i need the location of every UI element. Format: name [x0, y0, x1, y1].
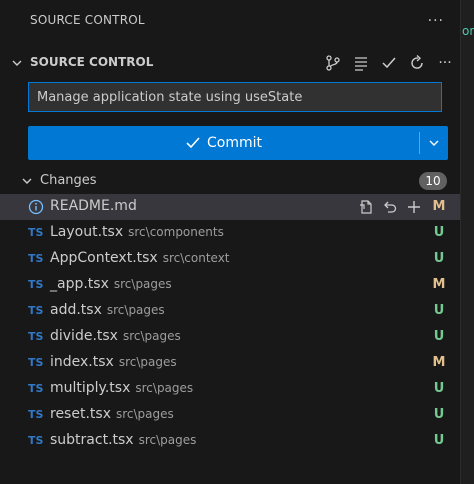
status-badge: U — [433, 329, 445, 344]
commit-message-input[interactable] — [28, 82, 442, 112]
file-path: src\pages — [122, 329, 181, 343]
typescript-icon: TS — [28, 226, 44, 239]
list-item[interactable]: README.md M — [0, 194, 460, 220]
file-name: multiply.tsx src\pages — [50, 380, 194, 396]
list-item[interactable]: TS divide.tsx src\pages U — [0, 324, 460, 350]
row-actions — [356, 197, 424, 217]
file-path: src\pages — [115, 407, 174, 421]
file-name: _app.tsx src\pages — [50, 276, 172, 292]
changes-count-badge: 10 — [419, 172, 447, 190]
file-name: divide.tsx src\pages — [50, 328, 181, 344]
file-name: AppContext.tsx src\context — [50, 250, 230, 266]
stage-changes-icon[interactable] — [404, 197, 424, 217]
commit-button[interactable]: Commit — [28, 126, 448, 160]
file-path: src\context — [162, 251, 230, 265]
section-toolbar: ··· — [322, 52, 456, 74]
commit-main-action[interactable]: Commit — [28, 126, 419, 160]
source-control-panel: SOURCE CONTROL ··· SOURCE CONTROL ··· Ma… — [0, 0, 460, 484]
typescript-icon: TS — [28, 330, 44, 343]
info-icon — [28, 199, 44, 215]
typescript-icon: TS — [28, 304, 44, 317]
chevron-down-icon[interactable] — [20, 174, 34, 188]
panel-title: SOURCE CONTROL — [30, 13, 145, 27]
changes-label: Changes — [40, 173, 97, 188]
list-item[interactable]: TS AppContext.tsx src\context U — [0, 246, 460, 272]
file-name: add.tsx src\pages — [50, 302, 165, 318]
refresh-icon[interactable] — [406, 52, 428, 74]
file-path: src\pages — [118, 355, 177, 369]
open-file-icon[interactable] — [356, 197, 376, 217]
section-header[interactable]: SOURCE CONTROL ··· — [0, 50, 460, 76]
typescript-icon: TS — [28, 434, 44, 447]
typescript-icon: TS — [28, 252, 44, 265]
commit-label: Commit — [207, 135, 262, 151]
editor-peek-text: on — [462, 24, 474, 38]
typescript-icon: TS — [28, 278, 44, 291]
panel-title-bar: SOURCE CONTROL ··· — [0, 0, 460, 40]
changed-files-list: README.md M TS Layout.tsx src\components … — [0, 194, 460, 454]
branch-graph-icon[interactable] — [322, 52, 344, 74]
file-path: src\pages — [138, 433, 197, 447]
changes-group-header[interactable]: Changes 10 — [0, 170, 460, 192]
file-name: Layout.tsx src\components — [50, 224, 224, 240]
more-actions-icon[interactable]: ··· — [428, 13, 444, 29]
status-badge: U — [433, 433, 445, 448]
discard-changes-icon[interactable] — [380, 197, 400, 217]
status-badge: U — [433, 225, 445, 240]
commit-dropdown-button[interactable] — [420, 126, 448, 160]
view-as-list-icon[interactable] — [350, 52, 372, 74]
check-icon — [186, 137, 200, 149]
commit-check-icon[interactable] — [378, 52, 400, 74]
status-badge: M — [432, 199, 446, 214]
list-item[interactable]: TS index.tsx src\pages M — [0, 350, 460, 376]
chevron-down-icon — [429, 140, 439, 146]
file-name: README.md — [50, 198, 137, 214]
file-path: src\pages — [106, 303, 165, 317]
file-name: subtract.tsx src\pages — [50, 432, 197, 448]
typescript-icon: TS — [28, 356, 44, 369]
status-badge: M — [432, 355, 446, 370]
chevron-down-icon[interactable] — [10, 56, 24, 70]
editor-edge: on — [460, 0, 474, 484]
list-item[interactable]: TS subtract.tsx src\pages U — [0, 428, 460, 454]
list-item[interactable]: TS _app.tsx src\pages M — [0, 272, 460, 298]
list-item[interactable]: TS reset.tsx src\pages U — [0, 402, 460, 428]
typescript-icon: TS — [28, 408, 44, 421]
status-badge: M — [432, 277, 446, 292]
status-badge: U — [433, 251, 445, 266]
file-name: reset.tsx src\pages — [50, 406, 174, 422]
list-item[interactable]: TS add.tsx src\pages U — [0, 298, 460, 324]
status-badge: U — [433, 381, 445, 396]
file-path: src\pages — [135, 381, 194, 395]
typescript-icon: TS — [28, 382, 44, 395]
list-item[interactable]: TS multiply.tsx src\pages U — [0, 376, 460, 402]
list-item[interactable]: TS Layout.tsx src\components U — [0, 220, 460, 246]
more-actions-icon[interactable]: ··· — [434, 52, 456, 74]
status-badge: U — [433, 407, 445, 422]
file-name: index.tsx src\pages — [50, 354, 177, 370]
file-path: src\pages — [113, 277, 172, 291]
file-path: src\components — [128, 225, 224, 239]
section-title: SOURCE CONTROL — [30, 55, 154, 69]
status-badge: U — [433, 303, 445, 318]
